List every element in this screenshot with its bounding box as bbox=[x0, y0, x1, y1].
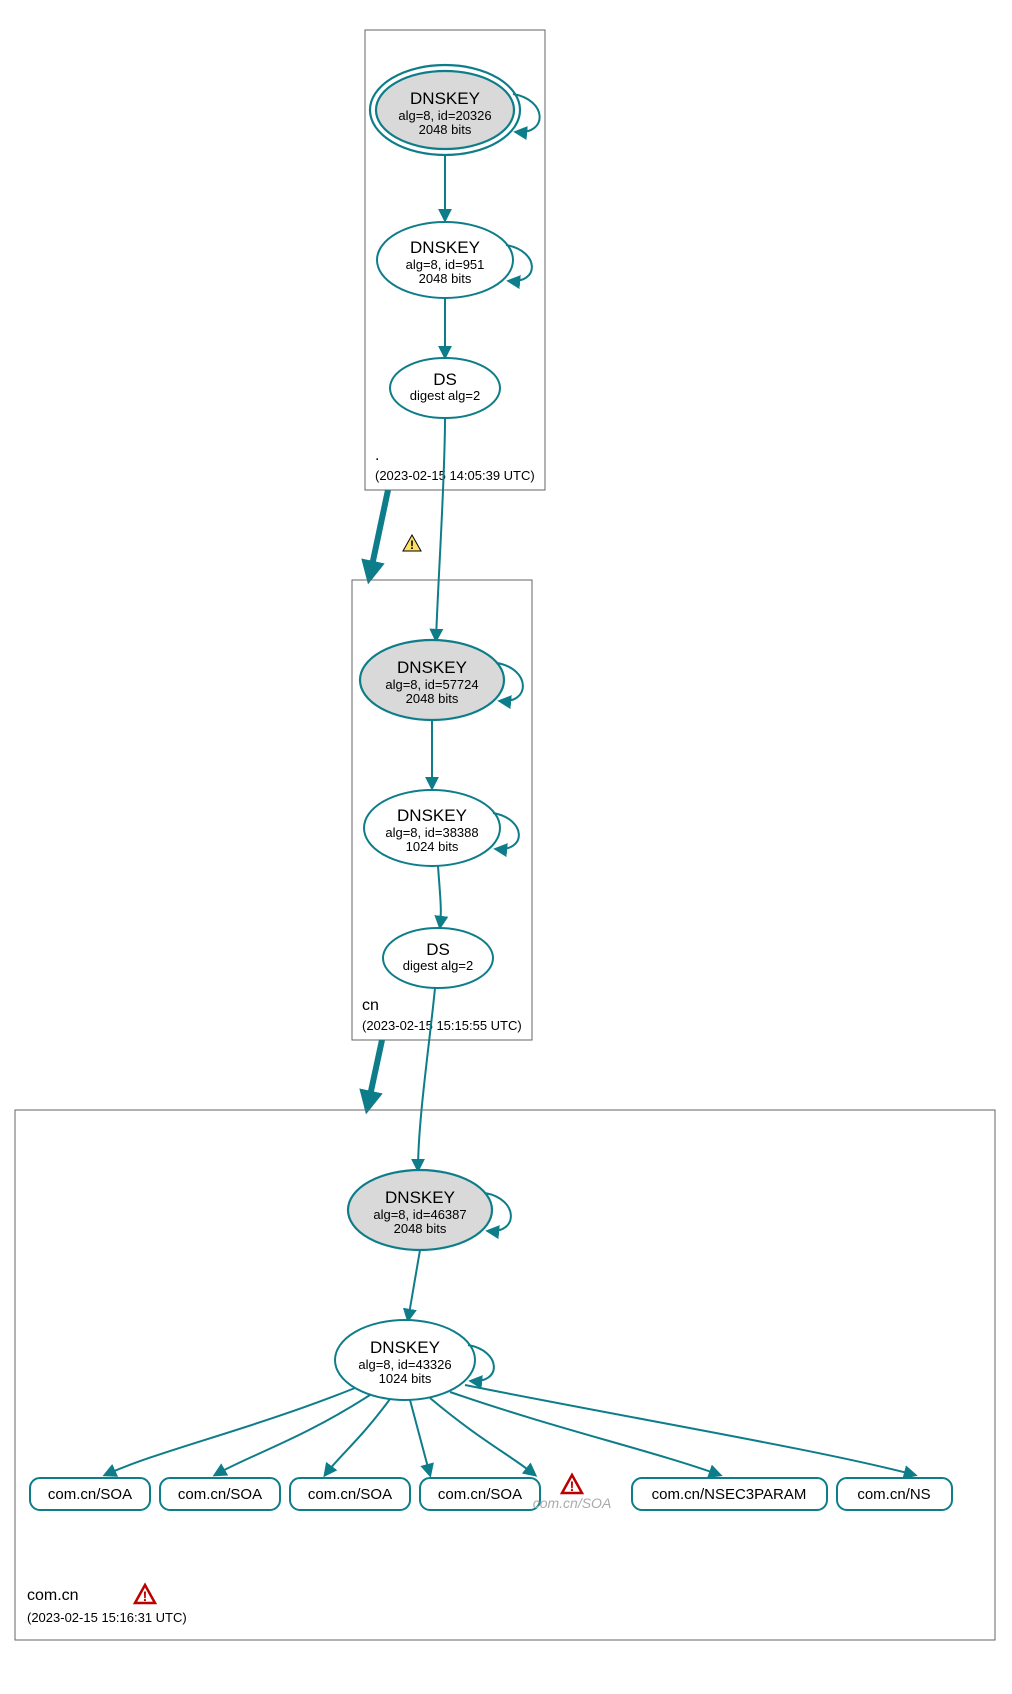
node-root-ksk: DNSKEY alg=8, id=20326 2048 bits bbox=[370, 65, 520, 155]
svg-text:alg=8, id=46387: alg=8, id=46387 bbox=[373, 1207, 466, 1222]
error-icon: ! bbox=[562, 1475, 582, 1494]
svg-text:!: ! bbox=[570, 1478, 575, 1494]
edge-zsk-rr5 bbox=[430, 1398, 535, 1475]
svg-text:alg=8, id=20326: alg=8, id=20326 bbox=[398, 108, 491, 123]
warning-icon: ! bbox=[403, 535, 421, 552]
edge-zsk-rr2 bbox=[215, 1395, 370, 1475]
svg-text:!: ! bbox=[410, 538, 414, 552]
svg-text:com.cn/NSEC3PARAM: com.cn/NSEC3PARAM bbox=[652, 1486, 807, 1503]
svg-text:DNSKEY: DNSKEY bbox=[410, 238, 480, 257]
svg-text:1024 bits: 1024 bits bbox=[379, 1371, 432, 1386]
svg-text:alg=8, id=43326: alg=8, id=43326 bbox=[358, 1357, 451, 1372]
zone-comcn: com.cn (2023-02-15 15:16:31 UTC) ! DNSKE… bbox=[15, 1110, 995, 1640]
edge-zsk-rr1 bbox=[105, 1388, 355, 1475]
edge-cn-zsk-to-ds bbox=[438, 866, 441, 927]
node-rr5: ! com.cn/SOA bbox=[533, 1475, 612, 1511]
node-rr3: com.cn/SOA bbox=[290, 1478, 410, 1510]
svg-text:DNSKEY: DNSKEY bbox=[397, 806, 467, 825]
svg-text:2048 bits: 2048 bits bbox=[406, 691, 459, 706]
error-icon: ! bbox=[135, 1585, 155, 1604]
node-rr7: com.cn/NS bbox=[837, 1478, 952, 1510]
svg-text:com.cn/SOA: com.cn/SOA bbox=[48, 1486, 132, 1503]
node-cn-ksk: DNSKEY alg=8, id=57724 2048 bits bbox=[360, 640, 504, 720]
svg-text:DNSKEY: DNSKEY bbox=[397, 658, 467, 677]
node-cn-ds: DS digest alg=2 bbox=[383, 928, 493, 988]
node-cn-zsk: DNSKEY alg=8, id=38388 1024 bits bbox=[364, 790, 500, 866]
zone-cn-label: cn bbox=[362, 997, 379, 1014]
svg-text:com.cn/SOA: com.cn/SOA bbox=[533, 1495, 612, 1511]
svg-text:alg=8, id=38388: alg=8, id=38388 bbox=[385, 825, 478, 840]
zone-comcn-timestamp: (2023-02-15 15:16:31 UTC) bbox=[27, 1610, 187, 1625]
zone-cn: cn (2023-02-15 15:15:55 UTC) DNSKEY alg=… bbox=[352, 580, 532, 1040]
edge-zone-root-to-cn bbox=[370, 490, 388, 575]
edge-root-ksk-self bbox=[513, 94, 540, 132]
node-root-zsk: DNSKEY alg=8, id=951 2048 bits bbox=[377, 222, 513, 298]
edge-comcn-ksk-to-zsk bbox=[408, 1250, 420, 1320]
edge-zsk-rr7 bbox=[465, 1385, 915, 1475]
node-rr4: com.cn/SOA bbox=[420, 1478, 540, 1510]
edge-zsk-rr3 bbox=[325, 1399, 390, 1475]
svg-text:DS: DS bbox=[426, 940, 450, 959]
node-comcn-ksk: DNSKEY alg=8, id=46387 2048 bits bbox=[348, 1170, 492, 1250]
node-rr1: com.cn/SOA bbox=[30, 1478, 150, 1510]
svg-text:DNSKEY: DNSKEY bbox=[385, 1188, 455, 1207]
svg-text:digest alg=2: digest alg=2 bbox=[410, 388, 480, 403]
svg-text:alg=8, id=951: alg=8, id=951 bbox=[406, 257, 485, 272]
zone-root-label: . bbox=[375, 447, 379, 464]
svg-text:com.cn/NS: com.cn/NS bbox=[857, 1486, 930, 1503]
svg-text:DNSKEY: DNSKEY bbox=[370, 1338, 440, 1357]
svg-text:2048 bits: 2048 bits bbox=[394, 1221, 447, 1236]
svg-text:2048 bits: 2048 bits bbox=[419, 122, 472, 137]
edge-zsk-rr6 bbox=[450, 1392, 720, 1475]
svg-text:!: ! bbox=[143, 1588, 148, 1604]
svg-text:1024 bits: 1024 bits bbox=[406, 839, 459, 854]
dnssec-graph: . (2023-02-15 14:05:39 UTC) DNSKEY alg=8… bbox=[0, 0, 1012, 1694]
svg-text:digest alg=2: digest alg=2 bbox=[403, 958, 473, 973]
node-rr6: com.cn/NSEC3PARAM bbox=[632, 1478, 827, 1510]
node-root-ds: DS digest alg=2 bbox=[390, 358, 500, 418]
svg-text:com.cn/SOA: com.cn/SOA bbox=[178, 1486, 262, 1503]
edge-zsk-rr4 bbox=[410, 1400, 430, 1475]
zone-comcn-label: com.cn bbox=[27, 1587, 79, 1604]
node-rr2: com.cn/SOA bbox=[160, 1478, 280, 1510]
node-comcn-zsk: DNSKEY alg=8, id=43326 1024 bits bbox=[335, 1320, 475, 1400]
zone-cn-timestamp: (2023-02-15 15:15:55 UTC) bbox=[362, 1018, 522, 1033]
edge-root-ds-to-cn-ksk bbox=[436, 418, 445, 640]
edge-zone-cn-to-comcn bbox=[368, 1040, 382, 1105]
svg-text:com.cn/SOA: com.cn/SOA bbox=[308, 1486, 392, 1503]
svg-text:com.cn/SOA: com.cn/SOA bbox=[438, 1486, 522, 1503]
svg-text:DS: DS bbox=[433, 370, 457, 389]
edge-cn-ds-to-comcn-ksk bbox=[418, 988, 435, 1170]
svg-text:alg=8, id=57724: alg=8, id=57724 bbox=[385, 677, 478, 692]
zone-root: . (2023-02-15 14:05:39 UTC) DNSKEY alg=8… bbox=[365, 30, 545, 490]
svg-text:DNSKEY: DNSKEY bbox=[410, 89, 480, 108]
zone-root-timestamp: (2023-02-15 14:05:39 UTC) bbox=[375, 468, 535, 483]
svg-text:2048 bits: 2048 bits bbox=[419, 271, 472, 286]
